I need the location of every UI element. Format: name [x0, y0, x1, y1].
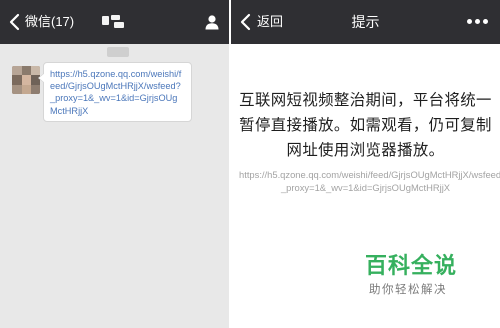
message-bubble[interactable]: https://h5.qzone.qq.com/weishi/feed/Gjrj…: [38, 62, 192, 122]
redacted-timestamp: [107, 47, 129, 57]
video-url[interactable]: https://h5.qzone.qq.com/weishi/feed/Gjrj…: [239, 168, 500, 194]
redacted-chat-title: [102, 13, 132, 31]
notice-screen: 返回 提示 互联网短视频整治期间，平台将统一暂停直接播放。如需观看，仍可复制网址…: [231, 0, 500, 328]
avatar[interactable]: [12, 66, 40, 94]
back-label: 微信(17): [25, 14, 75, 29]
chat-info-button[interactable]: [203, 13, 221, 31]
chevron-left-icon: [9, 13, 20, 31]
more-options-button[interactable]: [467, 19, 491, 25]
chat-screen: 微信(17) https://h5.qzone.qq.com/weishi/fe…: [0, 0, 234, 328]
watermark-title: 百科全说: [365, 253, 458, 278]
page-title: 提示: [351, 14, 380, 30]
message-link[interactable]: https://h5.qzone.qq.com/weishi/feed/Gjrj…: [50, 68, 185, 117]
watermark-subtitle: 助你轻松解决: [369, 284, 447, 296]
notice-message: 互联网短视频整治期间，平台将统一暂停直接播放。如需观看，仍可复制网址使用浏览器播…: [239, 92, 492, 159]
back-button[interactable]: 微信(17): [6, 12, 74, 32]
chat-header: 微信(17): [0, 0, 234, 44]
notice-header: 返回 提示: [231, 0, 500, 44]
more-dots-icon: [467, 19, 472, 24]
person-icon: [205, 15, 219, 30]
